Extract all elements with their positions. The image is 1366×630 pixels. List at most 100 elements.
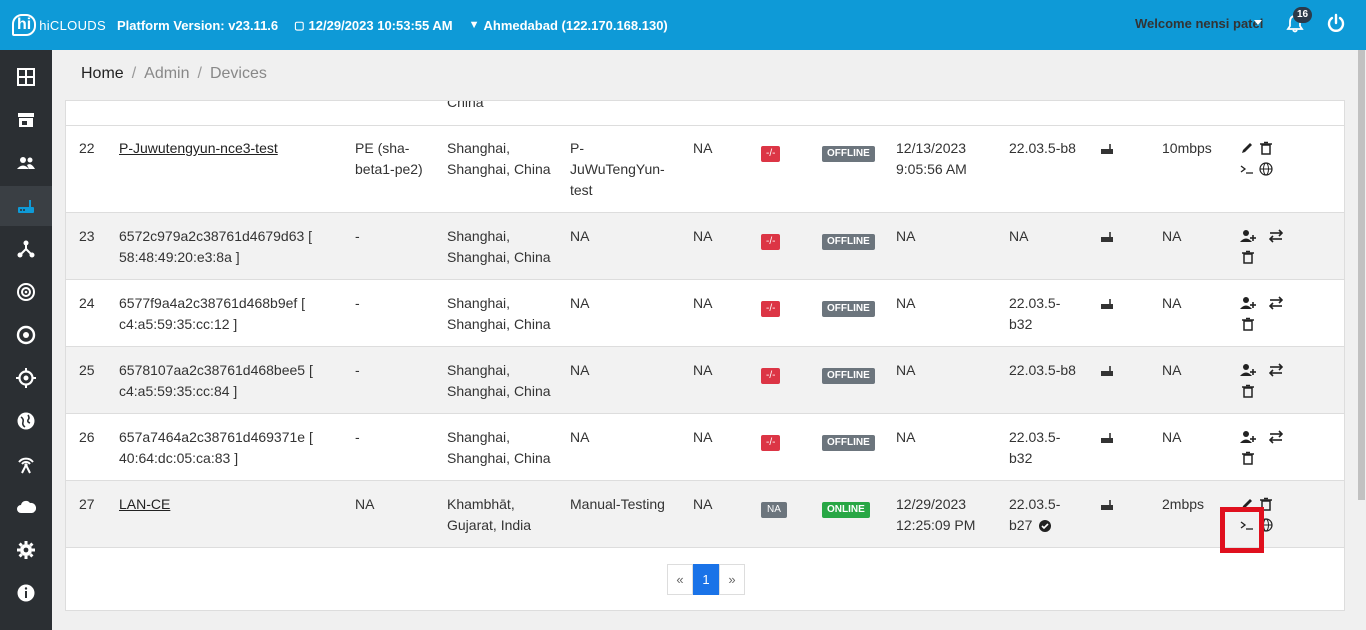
pagination-page-1[interactable]: 1 bbox=[693, 564, 719, 595]
device-type: - bbox=[355, 362, 360, 378]
sidebar-item-signal[interactable] bbox=[0, 272, 52, 312]
device-type: - bbox=[355, 295, 360, 311]
scrollbar-thumb[interactable] bbox=[1358, 50, 1365, 500]
signal-icon bbox=[17, 283, 35, 301]
sidebar-item-antenna[interactable] bbox=[0, 444, 52, 484]
vpn-status-tag: -/- bbox=[761, 234, 781, 250]
firmware-version: NA bbox=[1009, 228, 1029, 244]
assign-user-icon[interactable] bbox=[1240, 363, 1256, 377]
device-col5: NA bbox=[693, 362, 713, 378]
device-col5: NA bbox=[693, 140, 713, 156]
device-name: 657a7464a2c38761d469371e [ bbox=[119, 429, 313, 445]
sidebar-item-store[interactable] bbox=[0, 100, 52, 140]
breadcrumb-devices: Devices bbox=[209, 65, 267, 82]
target-icon bbox=[16, 325, 36, 345]
highlight-box bbox=[1220, 507, 1264, 553]
power-icon[interactable] bbox=[1326, 13, 1346, 33]
status-badge: OFFLINE bbox=[822, 368, 875, 384]
sidebar-item-target[interactable] bbox=[0, 315, 52, 355]
sidebar-item-settings[interactable] bbox=[0, 530, 52, 570]
breadcrumb-home[interactable]: Home bbox=[81, 65, 124, 82]
verified-check-icon bbox=[1039, 520, 1051, 532]
device-id: 22 bbox=[79, 140, 95, 156]
breadcrumb-admin[interactable]: Admin bbox=[144, 65, 189, 82]
edit-icon[interactable] bbox=[1240, 141, 1254, 155]
sidebar-item-users[interactable] bbox=[0, 143, 52, 183]
last-seen: NA bbox=[896, 295, 916, 311]
transfer-icon[interactable] bbox=[1269, 296, 1283, 310]
router-icon bbox=[18, 200, 34, 213]
transfer-icon[interactable] bbox=[1269, 363, 1283, 377]
trash-icon[interactable] bbox=[1241, 384, 1255, 398]
device-id: 27 bbox=[79, 496, 95, 512]
store-icon bbox=[18, 113, 34, 127]
device-name[interactable]: LAN-CE bbox=[119, 494, 170, 515]
breadcrumb: Home / Admin / Devices bbox=[81, 65, 267, 83]
firmware-version-line2: b32 bbox=[1009, 450, 1033, 466]
pagination-prev[interactable]: « bbox=[667, 564, 693, 595]
device-mac: 40:64:dc:05:ca:83 ] bbox=[119, 450, 239, 466]
firmware-version: 22.03.5- bbox=[1009, 295, 1061, 311]
trash-icon[interactable] bbox=[1259, 141, 1273, 155]
assign-user-icon[interactable] bbox=[1240, 229, 1256, 243]
device-mac: 58:48:49:20:e3:8a ] bbox=[119, 249, 240, 265]
chevron-down-icon[interactable] bbox=[1254, 20, 1262, 25]
transfer-icon[interactable] bbox=[1269, 229, 1283, 243]
trash-icon[interactable] bbox=[1241, 451, 1255, 465]
logo[interactable]: hi hiCLOUDS bbox=[12, 14, 112, 36]
welcome-user-menu[interactable]: Welcome nensi patel bbox=[1135, 16, 1263, 31]
device-location: Shanghai, bbox=[447, 228, 511, 244]
sidebar-item-dashboard[interactable] bbox=[0, 57, 52, 97]
vpn-status-tag: -/- bbox=[761, 301, 781, 317]
location-text: Ahmedabad (122.170.168.130) bbox=[483, 17, 668, 33]
device-name: 6572c979a2c38761d4679d63 [ bbox=[119, 228, 313, 244]
table-row-partial: China bbox=[66, 100, 1344, 126]
table-row: 24 6577f9a4a2c38761d468b9ef [c4:a5:59:35:… bbox=[66, 280, 1344, 347]
globe-icon[interactable] bbox=[1259, 162, 1273, 176]
trash-icon[interactable] bbox=[1241, 317, 1255, 331]
last-seen: NA bbox=[896, 429, 916, 445]
device-type: NA bbox=[355, 496, 375, 512]
firmware-version: 22.03.5-b8 bbox=[1009, 140, 1076, 156]
device-location: Khambhāt, bbox=[447, 496, 515, 512]
last-seen: 12/13/2023 bbox=[896, 140, 967, 156]
device-location: Shanghai, bbox=[447, 429, 511, 445]
device-name: 6578107aa2c38761d468bee5 [ bbox=[119, 362, 313, 378]
table-row: 27 LAN-CE NA Khambhāt, Gujarat, India Manual-… bbox=[66, 481, 1344, 548]
device-id: 26 bbox=[79, 429, 95, 445]
datetime-text: 12/29/2023 10:53:55 AM bbox=[308, 17, 453, 33]
assign-user-icon[interactable] bbox=[1240, 430, 1256, 444]
device-group: P- bbox=[570, 140, 584, 156]
last-seen: 12/29/2023 bbox=[896, 496, 967, 512]
sidebar-item-devices[interactable] bbox=[0, 186, 52, 226]
sidebar-item-network[interactable] bbox=[0, 229, 52, 269]
transfer-icon[interactable] bbox=[1269, 430, 1283, 444]
device-name[interactable]: P-Juwutengyun-nce3-test bbox=[119, 138, 278, 159]
lock-icon: ▢ bbox=[294, 19, 305, 32]
scrollbar[interactable] bbox=[1357, 50, 1366, 630]
breadcrumb-separator: / bbox=[197, 65, 202, 82]
assign-user-icon[interactable] bbox=[1240, 296, 1256, 310]
sidebar-item-info[interactable] bbox=[0, 573, 52, 613]
globe-icon bbox=[17, 412, 35, 430]
bandwidth: NA bbox=[1162, 295, 1182, 311]
device-col5: NA bbox=[693, 228, 713, 244]
location: ▼ Ahmedabad (122.170.168.130) bbox=[469, 18, 668, 33]
pagination-next[interactable]: » bbox=[719, 564, 745, 595]
device-group: NA bbox=[570, 295, 590, 311]
last-seen-time: 9:05:56 AM bbox=[896, 161, 967, 177]
location-partial: China bbox=[447, 100, 484, 110]
cloud-icon bbox=[17, 500, 36, 513]
sidebar-item-cloud[interactable] bbox=[0, 487, 52, 527]
firmware-version-line2: b32 bbox=[1009, 316, 1033, 332]
table-row: 25 6578107aa2c38761d468bee5 [c4:a5:59:35:… bbox=[66, 347, 1344, 414]
device-location-line2: Shanghai, China bbox=[447, 383, 551, 399]
status-badge: OFFLINE bbox=[822, 435, 875, 451]
sidebar-item-globe[interactable] bbox=[0, 401, 52, 441]
terminal-icon[interactable] bbox=[1240, 162, 1254, 176]
sidebar-item-crosshair[interactable] bbox=[0, 358, 52, 398]
device-id: 24 bbox=[79, 295, 95, 311]
trash-icon[interactable] bbox=[1241, 250, 1255, 264]
device-mac: c4:a5:59:35:cc:12 ] bbox=[119, 316, 238, 332]
device-group: NA bbox=[570, 228, 590, 244]
